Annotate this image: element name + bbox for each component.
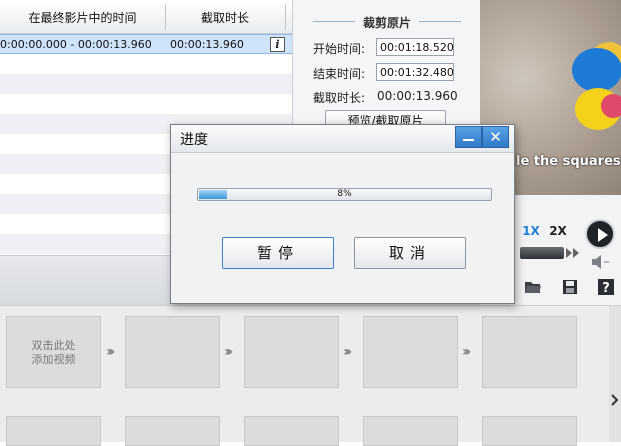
info-icon[interactable]: i: [270, 37, 285, 52]
start-time-field[interactable]: 00:01:18.520: [376, 38, 454, 56]
dialog-title-bar[interactable]: 进度 ✕: [171, 125, 514, 153]
storyboard-slot[interactable]: [6, 416, 101, 446]
add-video-hint: 双击此处 添加视频: [7, 339, 100, 367]
row-duration: 00:00:13.960: [170, 38, 244, 51]
trim-title: 裁剪原片: [362, 16, 411, 30]
open-folder-icon[interactable]: [524, 279, 542, 295]
play-button[interactable]: [585, 219, 615, 249]
progress-dialog: 进度 ✕ 8% 暂停 取消: [170, 124, 515, 304]
storyboard-slot[interactable]: [482, 316, 577, 388]
cancel-button[interactable]: 取消: [354, 237, 466, 269]
add-video-hint-line1: 双击此处: [31, 339, 76, 352]
start-time-label: 开始时间:: [313, 42, 366, 56]
pink-ball: [601, 94, 621, 118]
progress-text: 8%: [337, 189, 352, 199]
progress-bar: 8%: [197, 188, 492, 201]
add-video-hint-line2: 添加视频: [31, 353, 76, 366]
table-row[interactable]: [0, 94, 292, 114]
speed-1x-button[interactable]: 1X: [517, 221, 545, 241]
blue-ball: [572, 48, 621, 92]
chevron-right-icon: [611, 394, 619, 406]
save-icon[interactable]: [561, 279, 579, 295]
dialog-title: 进度: [180, 132, 208, 148]
close-button[interactable]: ✕: [482, 126, 509, 148]
storyboard: 双击此处 添加视频 ››› ››› ››› ›››: [0, 305, 621, 446]
chevron-right-icon: ›››: [343, 344, 353, 360]
video-caption: le the squares: [516, 154, 621, 169]
table-row-selected[interactable]: 0:00:00.000 - 00:00:13.960 00:00:13.960 …: [0, 34, 292, 54]
table-row[interactable]: [0, 74, 292, 94]
storyboard-scroll-right[interactable]: [609, 306, 621, 442]
storyboard-slot[interactable]: [125, 316, 220, 388]
minimize-button[interactable]: [455, 126, 482, 148]
header-duration[interactable]: 截取时长: [166, 0, 284, 33]
storyboard-slot[interactable]: [363, 316, 458, 388]
play-icon: [598, 228, 608, 242]
storyboard-slot-add-video[interactable]: 双击此处 添加视频: [6, 316, 101, 388]
chevron-right-icon: ›››: [224, 344, 234, 360]
close-icon: ✕: [489, 128, 502, 146]
seek-slider[interactable]: [520, 247, 564, 259]
table-header: 在最终影片中的时间 截取时长: [0, 0, 292, 34]
help-icon[interactable]: ?: [597, 279, 615, 295]
header-time-in-movie[interactable]: 在最终影片中的时间: [0, 0, 165, 33]
row-time-range: 0:00:00.000 - 00:00:13.960: [0, 38, 152, 51]
storyboard-slot[interactable]: [363, 416, 458, 446]
svg-text:?: ?: [602, 281, 610, 295]
chevron-right-icon: ›››: [462, 344, 472, 360]
storyboard-slot[interactable]: [482, 416, 577, 446]
storyboard-slot[interactable]: [125, 416, 220, 446]
minimize-icon: [463, 139, 474, 141]
pause-button[interactable]: 暂停: [222, 237, 334, 269]
fast-forward-icon[interactable]: [566, 248, 580, 258]
duration-value: 00:00:13.960: [377, 89, 458, 103]
storyboard-slot[interactable]: [244, 316, 339, 388]
title-rule: [419, 21, 461, 22]
chevron-right-icon: ›››: [106, 344, 116, 360]
table-row[interactable]: [0, 54, 292, 74]
volume-icon[interactable]: [592, 255, 610, 269]
end-time-label: 结束时间:: [313, 67, 366, 81]
header-divider: [285, 4, 286, 30]
end-time-field[interactable]: 00:01:32.480: [376, 63, 454, 81]
storyboard-slot[interactable]: [244, 416, 339, 446]
duration-label: 截取时长:: [313, 91, 366, 105]
speed-2x-button[interactable]: 2X: [544, 221, 572, 241]
